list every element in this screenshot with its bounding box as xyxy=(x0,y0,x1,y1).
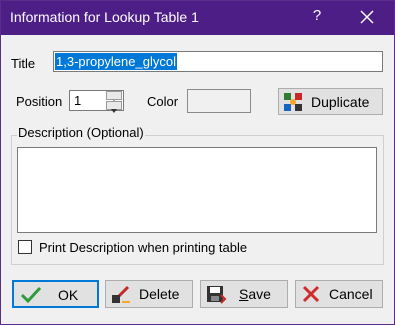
title-input-value: 1,3-propylene_glycol xyxy=(55,53,177,70)
cancel-button[interactable]: Cancel xyxy=(295,280,383,308)
print-description-label: Print Description when printing table xyxy=(39,240,248,255)
checkmark-icon xyxy=(20,286,42,307)
color-swatch[interactable] xyxy=(187,89,251,113)
duplicate-icon xyxy=(283,92,303,115)
save-button[interactable]: Save xyxy=(200,280,288,308)
position-label: Position xyxy=(16,94,63,109)
description-label: Description (Optional) xyxy=(17,125,145,140)
duplicate-label: Duplicate xyxy=(311,94,370,110)
title-input[interactable]: 1,3-propylene_glycol xyxy=(53,51,383,72)
position-value: 1 xyxy=(74,93,82,108)
delete-label: Delete xyxy=(139,286,180,302)
spin-up-button[interactable] xyxy=(106,91,122,104)
ok-label: OK xyxy=(58,287,79,303)
close-icon xyxy=(360,10,374,24)
help-button[interactable]: ? xyxy=(307,7,327,24)
spin-down-button[interactable] xyxy=(106,101,122,113)
arrow-down-icon xyxy=(111,109,117,113)
duplicate-button[interactable]: Duplicate xyxy=(278,88,383,115)
ok-button[interactable]: OK xyxy=(12,280,99,308)
description-textarea[interactable] xyxy=(17,147,377,233)
title-bar: Information for Lookup Table 1 ? xyxy=(1,1,394,35)
title-label: Title xyxy=(11,56,36,71)
cancel-label: Cancel xyxy=(329,286,373,302)
delete-icon xyxy=(110,284,132,307)
close-button[interactable] xyxy=(353,5,381,29)
position-spinner[interactable]: 1 xyxy=(69,90,124,113)
dialog-window: Information for Lookup Table 1 ? Title 1… xyxy=(0,0,395,325)
save-icon xyxy=(205,284,227,307)
color-label: Color xyxy=(147,94,179,109)
print-description-checkbox[interactable] xyxy=(18,240,32,254)
window-title: Information for Lookup Table 1 xyxy=(10,9,199,25)
delete-button[interactable]: Delete xyxy=(105,280,193,308)
cancel-icon xyxy=(301,285,321,306)
save-label: Save xyxy=(239,286,271,302)
